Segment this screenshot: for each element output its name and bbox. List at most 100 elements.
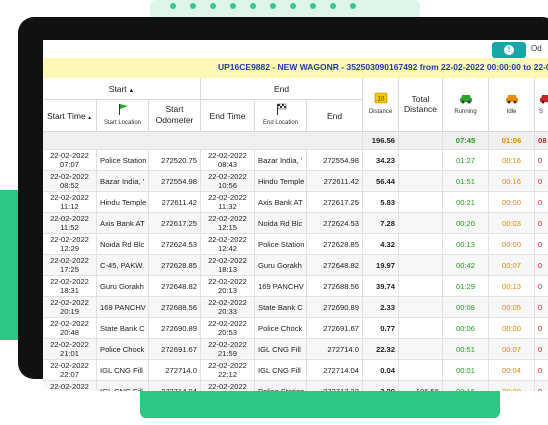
col-total-distance[interactable]: Total Distance <box>399 78 443 132</box>
cell-end-location: Axis Bank AT <box>255 192 307 213</box>
cell-stop: 0 <box>535 150 548 171</box>
cell-total-distance <box>399 276 443 297</box>
cell-start-odometer: 272611.42 <box>149 192 201 213</box>
sort-up-icon: ▲ <box>85 115 93 121</box>
cell-start-time: 22-02-2022 21:01 <box>43 339 97 360</box>
cell-start-odometer: 272554.98 <box>149 171 201 192</box>
start-group-header[interactable]: Start ▲ <box>43 78 201 100</box>
col-start-location[interactable]: Start Location <box>97 100 149 132</box>
cell-total-distance <box>399 297 443 318</box>
col-start-odometer[interactable]: Start Odometer <box>149 100 201 132</box>
cell-running: 00:21 <box>443 192 489 213</box>
col-end-odometer[interactable]: End Odometer <box>307 100 363 153</box>
cell-running: 00:42 <box>443 255 489 276</box>
col-end-time[interactable]: End Time <box>201 100 255 132</box>
cell-end-time: 22-02-2022 22:12 <box>201 360 255 381</box>
cell-distance: 34.23 <box>363 150 399 171</box>
cell-start-odometer: 272688.56 <box>149 297 201 318</box>
cell-end-location: Hindu Temple <box>255 171 307 192</box>
cell-idle: 00:00 <box>489 234 535 255</box>
cell-running: 00:20 <box>443 213 489 234</box>
info-icon: ! <box>504 45 514 55</box>
summary-idle: 01:06 <box>489 132 535 150</box>
col-idle[interactable]: Idle <box>489 78 535 132</box>
cell-end-time: 22-02-2022 11:32 <box>201 192 255 213</box>
cell-end-odometer: 272648.82 <box>307 255 363 276</box>
cell-stop: 0 <box>535 192 548 213</box>
cell-end-odometer: 272624.53 <box>307 213 363 234</box>
cell-start-location: Noida Rd Blc <box>97 234 149 255</box>
summary-running: 07:45 <box>443 132 489 150</box>
col-start-time[interactable]: Start Time ▲ <box>43 100 97 132</box>
cell-end-odometer: 272717.33 <box>307 381 363 391</box>
cell-start-time: 22-02-2022 22:07 <box>43 360 97 381</box>
cell-idle: 00:13 <box>489 276 535 297</box>
cell-end-time: 22-02-2022 18:13 <box>201 255 255 276</box>
cell-start-time: 22-02-2022 17:25 <box>43 255 97 276</box>
cell-start-time: 22-02-2022 20:19 <box>43 297 97 318</box>
cell-start-location: State Bank C <box>97 318 149 339</box>
summary-distance: 196.56 <box>363 132 399 150</box>
cell-running: 00:06 <box>443 318 489 339</box>
cell-distance: 7.28 <box>363 213 399 234</box>
cell-end-location: Noida Rd Blc <box>255 213 307 234</box>
cell-end-odometer: 272554.98 <box>307 150 363 171</box>
cell-distance: 56.44 <box>363 171 399 192</box>
cell-start-location: Bazar India, ' <box>97 171 149 192</box>
summary-stop: 08 <box>535 132 548 150</box>
cell-idle: 00:00 <box>489 381 535 391</box>
cell-start-odometer: 272714.0 <box>149 360 201 381</box>
col-stop[interactable]: S <box>535 78 548 132</box>
cell-idle: 00:04 <box>489 360 535 381</box>
col-end-location[interactable]: End Location <box>255 100 307 132</box>
cell-distance: 0.04 <box>363 360 399 381</box>
cell-idle: 00:16 <box>489 150 535 171</box>
cell-distance: 22.32 <box>363 339 399 360</box>
cell-end-time: 22-02-2022 21:59 <box>201 339 255 360</box>
cell-stop: 0 <box>535 339 548 360</box>
report-title: UP16CE9882 - NEW WAGONR - 35250309016749… <box>218 62 548 72</box>
cell-start-odometer: 272628.85 <box>149 255 201 276</box>
checkered-flag-icon <box>276 103 286 115</box>
cell-total-distance <box>399 234 443 255</box>
car-stop-icon <box>540 95 548 104</box>
col-distance[interactable]: 10 Distance <box>363 78 399 132</box>
cell-running: 00:13 <box>443 234 489 255</box>
odometer-tab-label[interactable]: Od <box>531 44 542 53</box>
cell-running: 01:27 <box>443 150 489 171</box>
cell-total-distance <box>399 171 443 192</box>
cell-stop: 0 <box>535 276 548 297</box>
cell-stop: 0 <box>535 213 548 234</box>
cell-idle: 00:07 <box>489 339 535 360</box>
cell-start-odometer: 272714.04 <box>149 381 201 391</box>
cell-start-time: 22-02-2022 07:07 <box>43 150 97 171</box>
cell-start-time: 22-02-2022 22:19 <box>43 381 97 391</box>
cell-idle: 00:05 <box>489 297 535 318</box>
cell-end-time: 22-02-2022 20:33 <box>201 297 255 318</box>
cell-start-location: Axis Bank AT <box>97 213 149 234</box>
device-frame: ! Od UP16CE9882 - NEW WAGONR - 352503090… <box>18 17 548 391</box>
sort-up-icon: ▲ <box>126 88 135 94</box>
start-group-label: Start <box>108 84 127 94</box>
cell-end-time: 22-02-2022 20:53 <box>201 318 255 339</box>
cell-end-odometer: 272691.67 <box>307 318 363 339</box>
cell-end-location: Police Station <box>255 234 307 255</box>
cell-distance: 0.77 <box>363 318 399 339</box>
cell-distance: 5.83 <box>363 192 399 213</box>
car-idle-icon <box>505 95 518 104</box>
cell-end-time: 22-02-2022 20:13 <box>201 276 255 297</box>
info-button[interactable]: ! <box>492 42 526 58</box>
cell-end-location: Police Station <box>255 381 307 391</box>
cell-idle: 00:00 <box>489 192 535 213</box>
summary-blank <box>43 132 363 150</box>
cell-distance: 3.29 <box>363 381 399 391</box>
car-running-icon <box>459 95 472 104</box>
cell-start-location: Police Station <box>97 150 149 171</box>
distance-icon: 10 <box>374 92 387 104</box>
cell-total-distance <box>399 150 443 171</box>
cell-start-odometer: 272690.89 <box>149 318 201 339</box>
cell-start-location: Guru Gorakh <box>97 276 149 297</box>
cell-end-location: IGL CNG Fill <box>255 360 307 381</box>
cell-start-time: 22-02-2022 18:31 <box>43 276 97 297</box>
col-running[interactable]: Running <box>443 78 489 132</box>
